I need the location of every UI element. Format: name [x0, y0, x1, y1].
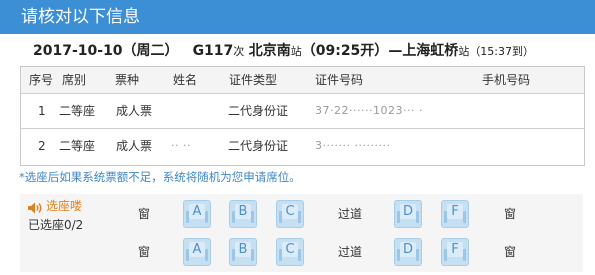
- col-seat-class: 席别: [62, 73, 87, 87]
- seat-letter: F: [451, 204, 459, 219]
- seat-letter: A: [192, 204, 202, 219]
- seat-row: 窗 A B C 过道 D F 窗: [20, 197, 583, 231]
- train-number: G117: [192, 43, 234, 59]
- col-id-number: 证件号码: [315, 73, 364, 87]
- col-phone: 手机号码: [482, 73, 531, 87]
- page-header: 请核对以下信息: [0, 0, 595, 34]
- travel-date: 2017-10-10（周二）: [33, 43, 179, 59]
- row-id-type: 二代身份证: [228, 139, 289, 153]
- window-label: 窗: [138, 245, 151, 259]
- window-label: 窗: [504, 245, 517, 259]
- seat-letter: B: [238, 204, 248, 219]
- row-name: ·· ··: [171, 139, 191, 152]
- train-number-suffix: 次: [233, 45, 245, 58]
- row-no: 2: [38, 139, 46, 153]
- window-label: 窗: [504, 207, 517, 221]
- seat-d[interactable]: D: [394, 200, 422, 228]
- seat-note: *选座后如果系统票额不足，系统将随机为您申请席位。: [19, 170, 301, 184]
- seat-letter: A: [192, 242, 202, 257]
- col-name: 姓名: [173, 73, 198, 87]
- row-seat-class[interactable]: 二等座: [59, 129, 95, 163]
- departure-time: （09:25开）: [301, 43, 389, 59]
- passenger-table: 序号 席别 票种 姓名 证件类型 证件号码 手机号码 1 二等座 成人票 二代身…: [20, 66, 585, 166]
- seat-c[interactable]: C: [276, 200, 304, 228]
- seat-letter: D: [402, 242, 413, 257]
- col-no: 序号: [29, 73, 54, 87]
- seat-b[interactable]: B: [229, 238, 257, 266]
- row-id-number: 37·22······1023··· ·: [315, 104, 423, 117]
- table-header: 序号 席别 票种 姓名 证件类型 证件号码 手机号码: [21, 67, 584, 94]
- seat-c[interactable]: C: [276, 238, 304, 266]
- route-dash: —: [388, 43, 403, 59]
- col-ticket-type: 票种: [115, 73, 140, 87]
- row-seat-class[interactable]: 二等座: [59, 94, 95, 128]
- seat-a[interactable]: A: [183, 238, 211, 266]
- train-info: 2017-10-10（周二） G117次 北京南站（09:25开）—上海虹桥站（1…: [33, 40, 593, 62]
- seat-a[interactable]: A: [183, 200, 211, 228]
- row-id-type: 二代身份证: [228, 104, 289, 118]
- seat-letter: C: [285, 204, 295, 219]
- seat-f[interactable]: F: [441, 200, 469, 228]
- row-no: 1: [38, 104, 46, 118]
- aisle-label: 过道: [338, 245, 363, 259]
- seat-b[interactable]: B: [229, 200, 257, 228]
- seat-letter: D: [402, 204, 413, 219]
- departure-station-suffix: 站: [290, 45, 302, 58]
- seat-row: 窗 A B C 过道 D F 窗: [20, 235, 583, 269]
- aisle-label: 过道: [338, 207, 363, 221]
- col-id-type: 证件类型: [229, 73, 278, 87]
- table-row: 2 二等座 成人票 ·· ·· 二代身份证 3······· ·········: [21, 129, 584, 163]
- seat-selection: 选座喽 已选座0/2 窗 A B C 过道 D F 窗 窗 A B C 过道 D…: [20, 194, 583, 272]
- seat-f[interactable]: F: [441, 238, 469, 266]
- arrival-station: 上海虹桥: [402, 43, 459, 59]
- arrival-station-suffix: 站: [458, 45, 470, 58]
- table-row: 1 二等座 成人票 二代身份证 37·22······1023··· ·: [21, 94, 584, 129]
- departure-station: 北京南: [248, 43, 291, 59]
- row-ticket-type[interactable]: 成人票: [116, 129, 152, 163]
- row-ticket-type[interactable]: 成人票: [116, 94, 152, 128]
- seat-letter: F: [451, 242, 459, 257]
- seat-letter: B: [238, 242, 248, 257]
- page-title: 请核对以下信息: [21, 7, 140, 27]
- row-id-number: 3······· ·········: [315, 139, 391, 152]
- arrival-time: （15:37到）: [469, 45, 535, 58]
- window-label: 窗: [138, 207, 151, 221]
- seat-letter: C: [285, 242, 295, 257]
- seat-d[interactable]: D: [394, 238, 422, 266]
